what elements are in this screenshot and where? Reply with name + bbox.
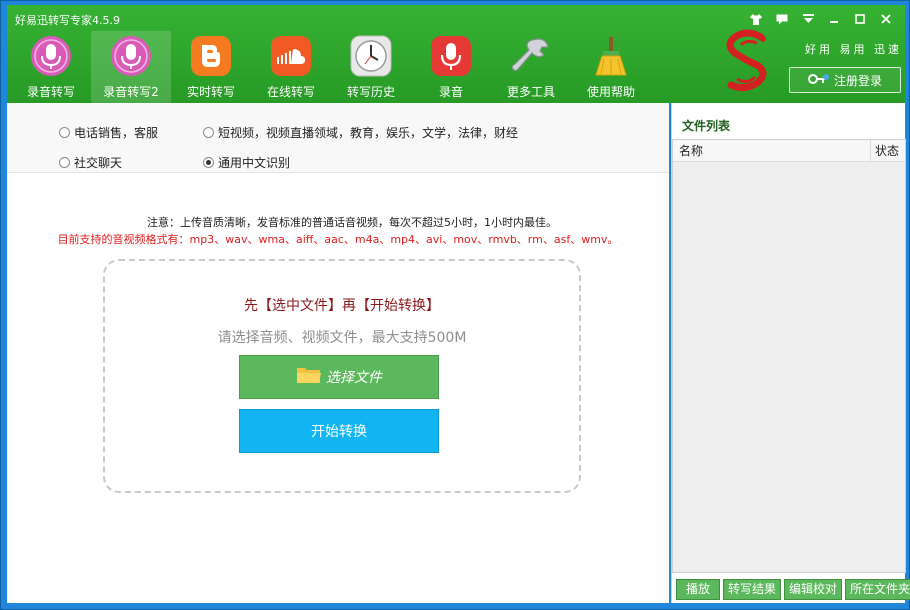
start-convert-button[interactable]: 开始转换 [239,409,439,453]
microphone-pink-icon [109,34,153,78]
key-icon [807,72,830,89]
tool-label: 使用帮助 [586,85,635,99]
register-login-label: 注册登录 [833,73,882,88]
maximize-icon[interactable] [847,10,873,28]
supported-formats-text: 目前支持的音视频格式有：mp3、wav、wma、aiff、aac、m4a、mp4… [57,233,619,246]
tool-record-transcribe-2[interactable]: 录音转写2 [91,31,171,103]
file-list-actions: 播放 转写结果 编辑校对 所在文件夹 [676,579,910,600]
tool-help[interactable]: 使用帮助 [571,31,651,103]
window-controls [743,10,899,28]
tool-record-transcribe[interactable]: 录音转写 [11,31,91,103]
select-file-button[interactable]: 选择文件 [239,355,439,399]
microphone-red-icon [429,34,473,78]
start-convert-label: 开始转换 [311,424,367,440]
play-button[interactable]: 播放 [676,579,720,600]
option-short-video[interactable]: 短视频，视频直播领域，教育，娱乐，文学，法律，财经 [203,124,518,141]
tool-label: 转写历史 [346,85,395,99]
broom-icon [589,34,633,78]
main-content: 电话销售，客服 短视频，视频直播领域，教育，娱乐，文学，法律，财经 社交聊天 通… [7,103,669,603]
option-label: 短视频，视频直播领域，教育，娱乐，文学，法律，财经 [218,126,519,140]
dropzone-subtitle: 请选择音频、视频文件，最大支持500M [217,330,467,346]
file-list-table[interactable]: 名称 状态 [672,139,906,573]
tool-realtime-transcribe[interactable]: 实时转写 [171,31,251,103]
notice-text: 注意：上传音质清晰，发音标准的普通话音视频，每次不超过5小时，1小时内最佳。 [147,216,557,229]
main-toolbar: 录音转写 录音转写2 实时转写 在线转写 转写历史 录音 更多工具 使用帮助 [11,31,651,103]
option-label: 电话销售，客服 [74,126,159,140]
microphone-pink-icon [29,34,73,78]
option-general-chinese[interactable]: 通用中文识别 [203,154,290,171]
file-list-title: 文件列表 [682,119,731,133]
tool-record[interactable]: 录音 [411,31,491,103]
register-login-button[interactable]: 注册登录 [789,67,901,93]
option-social-chat[interactable]: 社交聊天 [59,154,122,171]
brand-logo-icon [717,27,779,105]
radio-button[interactable] [203,127,214,138]
window-title: 好易迅转写专家4.5.9 [15,14,120,27]
file-list-panel: 文件列表 名称 状态 播放 转写结果 编辑校对 所在文件夹 [671,103,910,603]
open-folder-button[interactable]: 所在文件夹 [845,579,910,600]
transcribe-result-button[interactable]: 转写结果 [723,579,782,600]
tool-more-tools[interactable]: 更多工具 [491,31,571,103]
column-header-name[interactable]: 名称 [673,140,871,161]
tool-label: 实时转写 [186,85,235,99]
tool-label: 录音转写 [26,85,75,99]
file-list-header: 名称 状态 [673,140,905,162]
dropzone-title: 先【选中文件】再【开始转换】 [244,298,440,314]
tool-transcribe-history[interactable]: 转写历史 [331,31,411,103]
radio-button[interactable] [59,127,70,138]
soundcloud-cloud-icon [269,34,313,78]
close-icon[interactable] [873,10,899,28]
tool-online-transcribe[interactable]: 在线转写 [251,31,331,103]
wrench-icon [509,34,553,78]
brand-area: 好用 易用 迅速 注册登录 [715,27,905,101]
option-label: 社交聊天 [74,156,123,170]
column-header-status[interactable]: 状态 [871,140,905,161]
skin-shirt-icon[interactable] [743,10,769,28]
message-icon[interactable] [769,10,795,28]
folder-icon [296,365,322,389]
clock-icon [349,34,393,78]
tool-label: 录音 [438,85,463,99]
tool-label: 录音转写2 [103,85,159,99]
scene-options: 电话销售，客服 短视频，视频直播领域，教育，娱乐，文学，法律，财经 社交聊天 通… [7,103,669,173]
brand-slogan: 好用 易用 迅速 [805,43,902,56]
app-window: 好易迅转写专家4.5.9 录音转写 录音转写2 实时转写 在线转写 转写历史 录… [0,0,910,610]
select-file-label: 选择文件 [326,370,382,386]
option-phone-sales[interactable]: 电话销售，客服 [59,124,158,141]
file-drop-zone[interactable]: 先【选中文件】再【开始转换】 请选择音频、视频文件，最大支持500M 选择文件 … [103,259,581,493]
radio-button-selected[interactable] [203,157,214,168]
edit-proofread-button[interactable]: 编辑校对 [784,579,843,600]
tool-label: 在线转写 [266,85,315,99]
minimize-icon[interactable] [821,10,847,28]
blogger-orange-icon [189,34,233,78]
tool-label: 更多工具 [506,85,555,99]
option-label: 通用中文识别 [218,156,291,170]
header-bar: 好易迅转写专家4.5.9 录音转写 录音转写2 实时转写 在线转写 转写历史 录… [7,5,905,103]
radio-button[interactable] [59,157,70,168]
menu-dropdown-icon[interactable] [795,10,821,28]
